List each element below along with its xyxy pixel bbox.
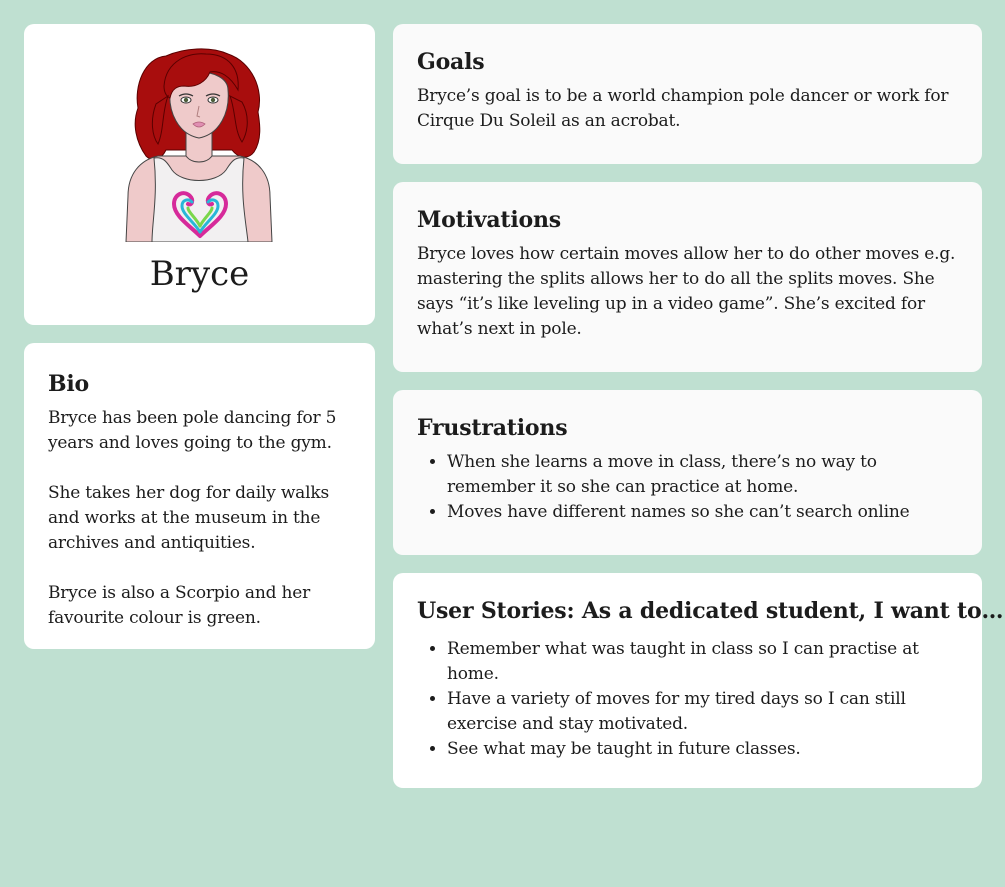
list-item: Have a variety of moves for my tired day… [447, 687, 942, 737]
list-item: Moves have different names so she can’t … [447, 500, 958, 525]
list-item: See what may be taught in future classes… [447, 737, 942, 762]
bio-paragraph: Bryce has been pole dancing for 5 years … [48, 408, 337, 453]
motivations-title: Motivations [417, 207, 561, 233]
frustrations-list: When she learns a move in class, there’s… [417, 450, 958, 525]
user-stories-title: User Stories: As a dedicated student, I … [417, 598, 1004, 624]
persona-name: Bryce [149, 254, 250, 294]
bio-paragraph: She takes her dog for daily walks and wo… [48, 483, 329, 553]
user-stories-card: User Stories: As a dedicated student, I … [393, 573, 1004, 788]
bio-title: Bio [48, 371, 90, 397]
motivations-text: Bryce loves how certain moves allow her … [417, 244, 956, 339]
bio-paragraph: Bryce is also a Scorpio and her favourit… [48, 583, 311, 628]
woman-avatar-icon [125, 48, 273, 242]
goals-card: Goals Bryce’s goal is to be a world cham… [393, 24, 982, 164]
bio-card: Bio Bryce has been pole dancing for 5 ye… [24, 343, 375, 649]
frustrations-title: Frustrations [417, 415, 568, 441]
motivations-card: Motivations Bryce loves how certain move… [393, 182, 982, 372]
list-item: When she learns a move in class, there’s… [447, 450, 958, 500]
user-stories-list: Remember what was taught in class so I c… [417, 637, 982, 762]
list-item: Remember what was taught in class so I c… [447, 637, 942, 687]
frustrations-card: Frustrations When she learns a move in c… [393, 390, 982, 555]
goals-title: Goals [417, 49, 485, 75]
profile-card: Bryce [24, 24, 375, 325]
goals-text: Bryce’s goal is to be a world champion p… [417, 86, 949, 131]
